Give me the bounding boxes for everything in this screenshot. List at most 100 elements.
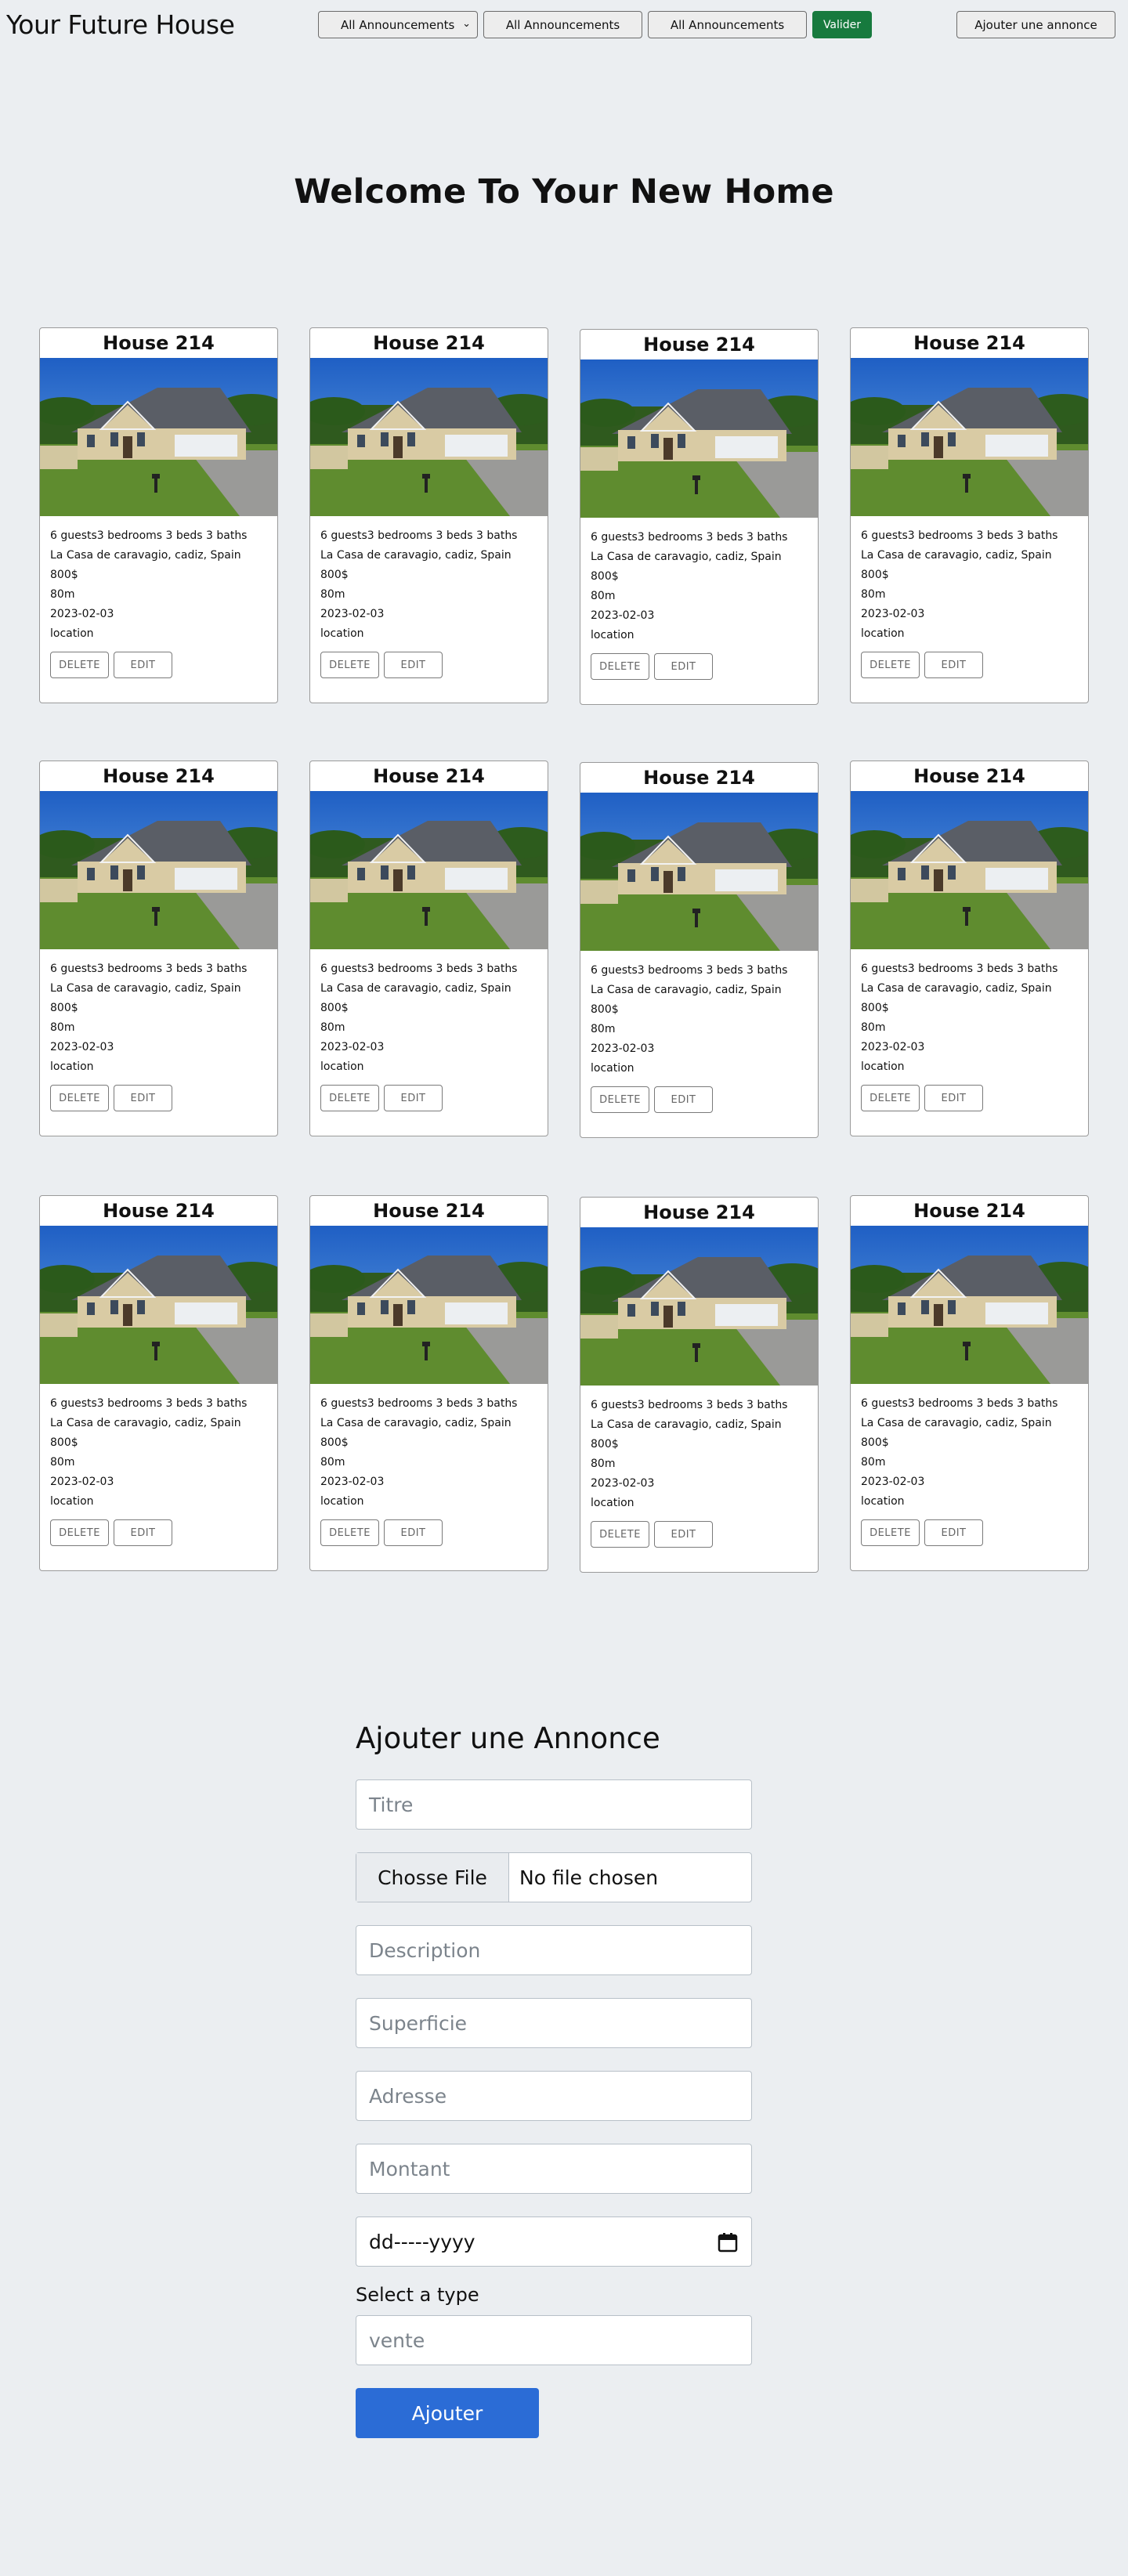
delete-button[interactable]: DELETE [861,652,920,678]
delete-button[interactable]: DELETE [50,1085,109,1111]
house-image [40,791,277,949]
delete-button[interactable]: DELETE [320,1519,379,1546]
card-area: 80m [50,588,75,601]
card-location: location [861,627,905,640]
edit-button[interactable]: EDIT [114,652,172,678]
card-guests: 6 guests3 bedrooms 3 beds 3 baths [50,963,248,975]
delete-button[interactable]: DELETE [320,1085,379,1111]
card-guests: 6 guests3 bedrooms 3 beds 3 baths [591,964,788,977]
file-input[interactable]: Chosse File No file chosen [356,1852,752,1902]
card-location: location [50,1495,94,1508]
card-title: House 214 [643,334,755,356]
card-area: 80m [861,588,886,601]
card-guests: 6 guests3 bedrooms 3 beds 3 baths [50,1397,248,1410]
edit-button[interactable]: EDIT [924,1085,983,1111]
date-input[interactable]: dd-----yyyy [356,2217,752,2267]
edit-button[interactable]: EDIT [654,653,713,680]
listing-card: House 214 6 guests3 bedrooms 3 beds 3 bat… [580,1197,819,1573]
card-guests: 6 guests3 bedrooms 3 beds 3 baths [320,963,518,975]
valider-button[interactable]: Valider [812,11,872,38]
card-location: location [861,1495,905,1508]
card-date: 2023-02-03 [50,1476,114,1488]
card-address: La Casa de caravagio, cadiz, Spain [50,549,241,562]
description-input[interactable]: Description [356,1925,752,1975]
card-actions: DELETE EDIT [50,1519,267,1546]
delete-button[interactable]: DELETE [320,652,379,678]
edit-button[interactable]: EDIT [654,1086,713,1113]
card-address: La Casa de caravagio, cadiz, Spain [50,982,241,995]
chevron-down-icon: ⌄ [462,18,471,30]
card-address: La Casa de caravagio, cadiz, Spain [861,1417,1052,1429]
card-address: La Casa de caravagio, cadiz, Spain [320,549,512,562]
card-area: 80m [861,1021,886,1034]
titre-input[interactable]: Titre [356,1779,752,1830]
edit-button[interactable]: EDIT [384,652,443,678]
card-body: 6 guests3 bedrooms 3 beds 3 baths La Casa… [310,516,548,678]
listing-card: House 214 6 guests3 bedrooms 3 beds 3 bat… [309,761,548,1136]
house-image [40,358,277,516]
edit-button[interactable]: EDIT [384,1085,443,1111]
choose-file-button[interactable]: Chosse File [356,1853,509,1902]
listing-card: House 214 6 guests3 bedrooms 3 beds 3 bat… [850,327,1089,703]
delete-button[interactable]: DELETE [591,1521,649,1548]
listing-card: House 214 6 guests3 bedrooms 3 beds 3 bat… [39,761,278,1136]
delete-button[interactable]: DELETE [50,652,109,678]
welcome-heading: Welcome To Your New Home [294,172,834,211]
house-image [851,791,1088,949]
card-location: location [591,1497,634,1509]
card-actions: DELETE EDIT [591,1086,808,1113]
all-announcements-button-2[interactable]: All Announcements [648,11,807,38]
calendar-icon[interactable] [717,2231,739,2258]
card-guests: 6 guests3 bedrooms 3 beds 3 baths [591,1399,788,1411]
delete-button[interactable]: DELETE [591,653,649,680]
all-announcements-button[interactable]: All Announcements [483,11,642,38]
type-select[interactable]: vente [356,2315,752,2365]
card-body: 6 guests3 bedrooms 3 beds 3 baths La Casa… [851,949,1088,1111]
card-title: House 214 [913,1200,1025,1222]
delete-button[interactable]: DELETE [591,1086,649,1113]
card-location: location [861,1060,905,1073]
adresse-input[interactable]: Adresse [356,2071,752,2121]
card-actions: DELETE EDIT [320,1085,537,1111]
announcement-filter-select[interactable]: All Announcements ⌄ [318,11,478,38]
delete-button[interactable]: DELETE [861,1519,920,1546]
card-actions: DELETE EDIT [320,652,537,678]
house-image [851,1226,1088,1384]
superficie-input[interactable]: Superficie [356,1998,752,2048]
edit-button[interactable]: EDIT [654,1521,713,1548]
card-actions: DELETE EDIT [861,1519,1078,1546]
card-date: 2023-02-03 [591,1477,655,1490]
card-date: 2023-02-03 [861,1476,925,1488]
card-actions: DELETE EDIT [591,1521,808,1548]
card-body: 6 guests3 bedrooms 3 beds 3 baths La Casa… [851,1384,1088,1546]
delete-button[interactable]: DELETE [50,1519,109,1546]
card-actions: DELETE EDIT [591,653,808,680]
card-guests: 6 guests3 bedrooms 3 beds 3 baths [861,963,1058,975]
card-guests: 6 guests3 bedrooms 3 beds 3 baths [50,529,248,542]
edit-button[interactable]: EDIT [114,1085,172,1111]
date-placeholder: dd-----yyyy [369,2230,475,2253]
house-image [310,791,548,949]
edit-button[interactable]: EDIT [114,1519,172,1546]
edit-button[interactable]: EDIT [384,1519,443,1546]
card-date: 2023-02-03 [861,1041,925,1053]
card-location: location [320,1495,364,1508]
card-guests: 6 guests3 bedrooms 3 beds 3 baths [320,1397,518,1410]
card-date: 2023-02-03 [50,608,114,620]
card-location: location [320,1060,364,1073]
montant-input[interactable]: Montant [356,2144,752,2194]
card-location: location [320,627,364,640]
house-image [580,1227,818,1386]
card-address: La Casa de caravagio, cadiz, Spain [861,549,1052,562]
add-announcement-button[interactable]: Ajouter une annonce [956,11,1115,38]
delete-button[interactable]: DELETE [861,1085,920,1111]
edit-button[interactable]: EDIT [924,1519,983,1546]
house-image [580,793,818,951]
ajouter-button[interactable]: Ajouter [356,2388,539,2438]
card-body: 6 guests3 bedrooms 3 beds 3 baths La Casa… [310,949,548,1111]
card-address: La Casa de caravagio, cadiz, Spain [50,1417,241,1429]
card-price: 800$ [861,569,889,581]
listing-card: House 214 6 guests3 bedrooms 3 beds 3 bat… [580,329,819,705]
card-address: La Casa de caravagio, cadiz, Spain [591,1418,782,1431]
edit-button[interactable]: EDIT [924,652,983,678]
